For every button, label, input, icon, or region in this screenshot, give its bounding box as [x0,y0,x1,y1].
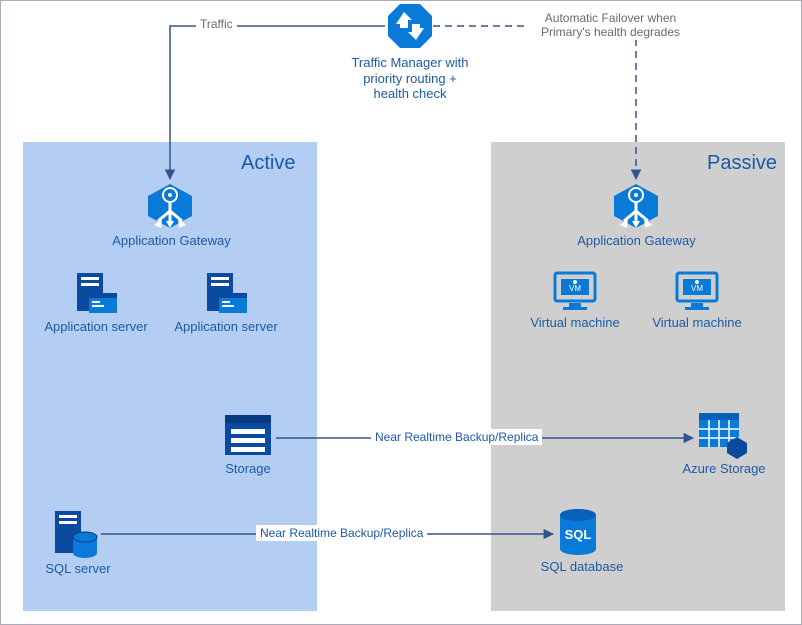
vm-2-label: Virtual machine [645,315,749,331]
active-title: Active [241,151,295,175]
app-server-1-label: Application server [37,319,155,335]
app-server-2-icon [201,269,249,317]
vm-1-icon: VM [551,269,599,313]
traffic-manager-label: Traffic Manager with priority routing + … [351,55,469,102]
azure-storage-label: Azure Storage [677,461,771,477]
traffic-edge-label: Traffic [196,17,237,31]
sql-server-icon [51,509,99,559]
sql-database-icon: SQL [557,507,599,557]
active-app-gateway-label: Application Gateway [109,233,234,249]
storage-label: Storage [211,461,285,477]
diagram-stage: Active Passive Traffic Automatic Failove… [0,0,802,625]
traffic-manager-icon [386,2,434,50]
active-app-gateway-icon [145,181,195,231]
passive-app-gateway-label: Application Gateway [574,233,699,249]
vm-2-icon: VM [673,269,721,313]
sql-server-label: SQL server [41,561,115,577]
storage-backup-label: Near Realtime Backup/Replica [371,429,542,445]
passive-app-gateway-icon [611,181,661,231]
azure-storage-icon [697,411,749,459]
passive-title: Passive [707,151,777,175]
sql-database-label: SQL database [535,559,629,575]
sql-backup-label: Near Realtime Backup/Replica [256,525,427,541]
storage-icon [223,413,273,457]
svg-text:VM: VM [569,284,581,293]
app-server-2-label: Application server [167,319,285,335]
svg-text:SQL: SQL [565,527,592,542]
failover-edge-label: Automatic Failover when Primary's health… [526,11,695,40]
svg-text:VM: VM [691,284,703,293]
app-server-1-icon [71,269,119,317]
vm-1-label: Virtual machine [523,315,627,331]
